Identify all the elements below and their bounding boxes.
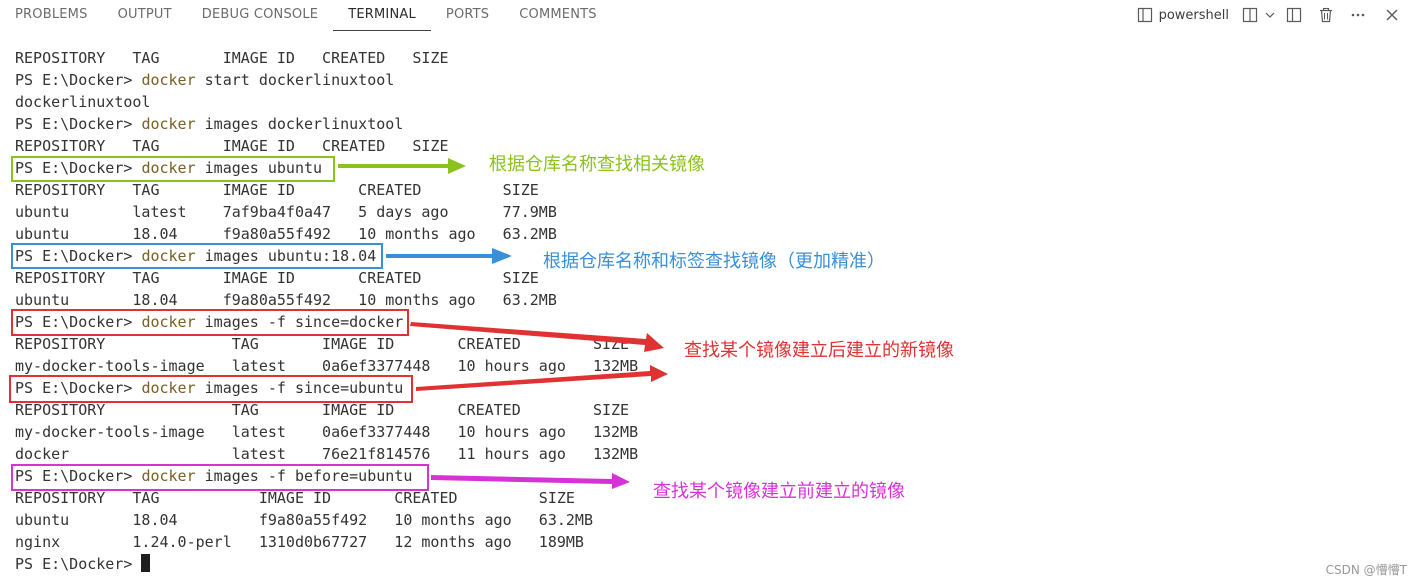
arrow-red-2	[416, 365, 668, 391]
arrow-magenta	[431, 473, 630, 489]
arrow-red-1	[410, 322, 664, 352]
arrow-blue	[386, 248, 512, 264]
annotation-since: 查找某个镜像建立后建立的新镜像	[684, 340, 954, 361]
annotation-before: 查找某个镜像建立前建立的镜像	[653, 481, 905, 502]
annotation-search-by-repo: 根据仓库名称查找相关镜像	[489, 154, 705, 175]
arrow-green	[338, 158, 466, 174]
watermark: CSDN @懵懵T	[1325, 563, 1407, 577]
annotation-search-by-repo-tag: 根据仓库名称和标签查找镜像（更加精准）	[543, 251, 885, 272]
